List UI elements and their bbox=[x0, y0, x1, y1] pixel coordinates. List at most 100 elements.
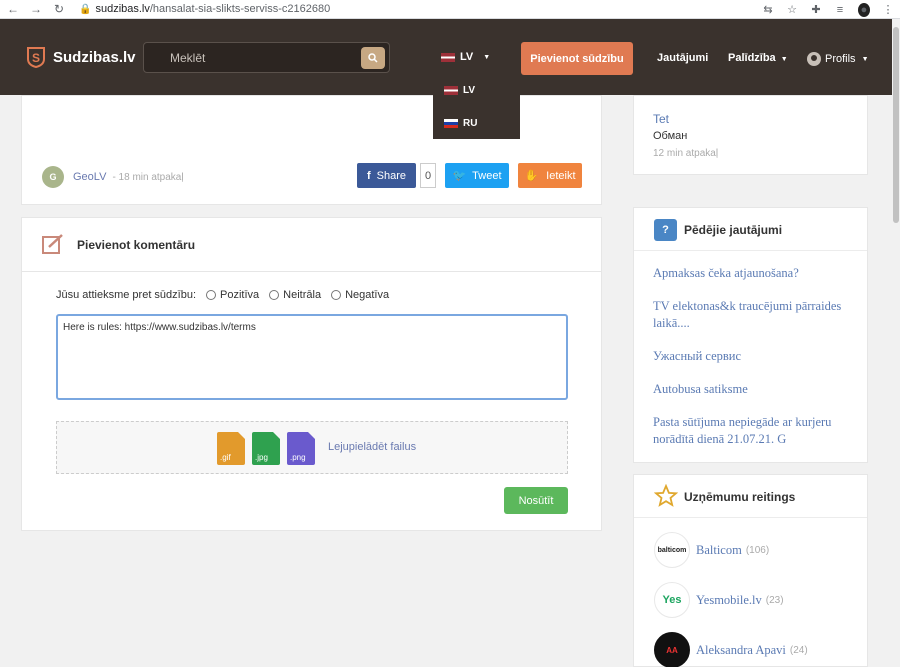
nav-profile[interactable]: Profils ▼ bbox=[807, 52, 869, 66]
company-name: Balticom bbox=[696, 542, 742, 557]
reload-icon[interactable]: ↻ bbox=[52, 2, 66, 16]
page-scrollbar[interactable] bbox=[892, 19, 900, 667]
translate-icon[interactable]: ⇆ bbox=[762, 3, 774, 16]
company-logo: AA bbox=[654, 632, 690, 667]
language-option-label: LV bbox=[463, 85, 476, 96]
latvia-flag-icon bbox=[441, 52, 455, 62]
add-comment-header: Pievienot komentāru bbox=[22, 218, 601, 272]
language-selector[interactable]: LV ▼ bbox=[441, 51, 490, 63]
star-icon bbox=[654, 484, 678, 507]
share-count: 0 bbox=[420, 163, 436, 188]
russia-flag-icon bbox=[444, 119, 458, 128]
edit-icon bbox=[42, 234, 63, 254]
radio-positive[interactable]: Pozitīva bbox=[206, 289, 259, 301]
radio-label: Pozitīva bbox=[220, 289, 260, 301]
url-host: sudzibas.lv bbox=[95, 3, 150, 15]
recommend-label: Ieteikt bbox=[546, 169, 576, 182]
site-logo[interactable]: S Sudzibas.lv bbox=[27, 47, 136, 68]
company-name: Yesmobile.lv bbox=[696, 592, 762, 607]
search-placeholder: Meklēt bbox=[170, 51, 206, 65]
recent-answer-time: 12 min atpakaļ bbox=[653, 148, 719, 159]
reading-list-icon[interactable]: ≡ bbox=[834, 4, 846, 16]
latest-questions-card: ? Pēdējie jautājumi Apmaksas čeka atjaun… bbox=[633, 207, 868, 463]
add-comment-card: Pievienot komentāru Jūsu attieksme pret … bbox=[21, 217, 602, 531]
radio-neutral[interactable]: Neitrāla bbox=[269, 289, 321, 301]
search-input[interactable]: Meklēt bbox=[143, 42, 390, 73]
company-item[interactable]: balticom Balticom (106) bbox=[654, 532, 769, 568]
tweet-button[interactable]: 🐦 Tweet bbox=[445, 163, 509, 188]
question-link[interactable]: TV elektonas&k traucējumi pārraides laik… bbox=[653, 298, 858, 332]
caret-down-icon: ▼ bbox=[483, 53, 491, 61]
question-mark-icon: ? bbox=[654, 219, 677, 241]
recent-answer-card: Tet Обман 12 min atpakaļ bbox=[633, 95, 868, 175]
question-link[interactable]: Pasta sūtījuma nepiegāde ar kurjeru norā… bbox=[653, 414, 858, 448]
svg-text:S: S bbox=[32, 51, 40, 65]
language-option-ru[interactable]: RU bbox=[444, 118, 477, 129]
company-ratings-header: Uzņēmumu reitings bbox=[634, 475, 867, 518]
company-count: (23) bbox=[765, 594, 784, 606]
company-name: Aleksandra Apavi bbox=[696, 642, 786, 657]
author-info: G GeoLV - 18 min atpakaļ bbox=[42, 166, 184, 188]
author-name[interactable]: GeoLV bbox=[73, 171, 106, 183]
browser-profile-icon[interactable]: ● bbox=[858, 2, 870, 17]
language-current: LV bbox=[460, 51, 474, 63]
browser-menu-icon[interactable]: ⋮ bbox=[882, 3, 894, 16]
nav-help-label: Palīdzība bbox=[728, 52, 776, 64]
post-time-text: 18 min atpakaļ bbox=[118, 171, 184, 183]
extensions-icon[interactable]: ✚ bbox=[810, 3, 822, 16]
radio-circle bbox=[331, 290, 342, 300]
facebook-share-button[interactable]: f Share bbox=[357, 163, 416, 188]
radio-negative[interactable]: Negatīva bbox=[331, 289, 389, 301]
company-count: (24) bbox=[789, 644, 808, 656]
twitter-icon: 🐦 bbox=[452, 170, 467, 182]
company-logo: balticom bbox=[654, 532, 690, 568]
add-complaint-button[interactable]: Pievienot sūdzību bbox=[521, 42, 633, 75]
company-item[interactable]: AA Aleksandra Apavi (24) bbox=[654, 632, 808, 667]
bookmark-star-icon[interactable]: ☆ bbox=[786, 3, 798, 16]
upload-files-link[interactable]: Lejupielādēt failus bbox=[328, 441, 416, 453]
post-time: - 18 min atpakaļ bbox=[112, 171, 184, 183]
company-ratings-title: Uzņēmumu reitings bbox=[684, 490, 796, 504]
question-link[interactable]: Autobusa satiksme bbox=[653, 381, 858, 398]
file-upload-area[interactable]: .gif .jpg .png Lejupielādēt failus bbox=[56, 421, 568, 474]
search-button[interactable] bbox=[361, 47, 385, 69]
submit-button[interactable]: Nosūtīt bbox=[504, 487, 568, 514]
language-option-lv[interactable]: LV bbox=[444, 85, 475, 96]
back-icon[interactable]: ← bbox=[6, 2, 20, 16]
language-option-label: RU bbox=[463, 118, 478, 129]
browser-toolbar: ← → ↻ 🔒 sudzibas.lv/hansalat-sia-slikts-… bbox=[0, 0, 900, 19]
recent-answer-text: Обман bbox=[653, 130, 688, 142]
recent-question-link[interactable]: Tet bbox=[653, 112, 669, 126]
thumb-icon: ✋ bbox=[524, 170, 539, 182]
company-logo: Yes bbox=[654, 582, 690, 618]
radio-circle bbox=[269, 290, 280, 300]
jpg-file-icon: .jpg bbox=[252, 432, 280, 465]
facebook-icon: f bbox=[366, 169, 371, 182]
nav-questions[interactable]: Jautājumi bbox=[657, 52, 708, 64]
tweet-label: Tweet bbox=[472, 169, 502, 182]
forward-icon[interactable]: → bbox=[29, 2, 43, 16]
search-icon bbox=[368, 53, 378, 63]
recommend-button[interactable]: ✋ Ieteikt bbox=[518, 163, 582, 188]
add-comment-title: Pievienot komentāru bbox=[77, 238, 196, 252]
question-link[interactable]: Ужасный сервис bbox=[653, 348, 858, 365]
radio-label: Negatīva bbox=[345, 289, 390, 301]
latest-questions-title: Pēdējie jautājumi bbox=[684, 223, 783, 237]
radio-label: Neitrāla bbox=[283, 289, 322, 301]
company-count: (106) bbox=[745, 544, 770, 556]
address-bar[interactable]: sudzibas.lv/hansalat-sia-slikts-serviss-… bbox=[95, 3, 330, 15]
nav-help[interactable]: Palīdzība ▼ bbox=[728, 52, 788, 64]
caret-down-icon: ▼ bbox=[861, 55, 869, 63]
profile-icon bbox=[807, 52, 821, 66]
company-ratings-card: Uzņēmumu reitings balticom Balticom (106… bbox=[633, 474, 868, 667]
company-item[interactable]: Yes Yesmobile.lv (23) bbox=[654, 582, 784, 618]
language-dropdown: LV RU bbox=[433, 71, 520, 139]
scrollbar-thumb[interactable] bbox=[893, 27, 899, 223]
latest-questions-header: ? Pēdējie jautājumi bbox=[634, 208, 867, 251]
caret-down-icon: ▼ bbox=[780, 56, 788, 63]
comment-textarea[interactable]: Here is rules: https://www.sudzibas.lv/t… bbox=[56, 314, 568, 400]
shield-logo-icon: S bbox=[27, 47, 45, 68]
question-link[interactable]: Apmaksas čeka atjaunošana? bbox=[653, 265, 858, 282]
lock-icon[interactable]: 🔒 bbox=[79, 4, 91, 15]
gif-file-icon: .gif bbox=[217, 432, 245, 465]
